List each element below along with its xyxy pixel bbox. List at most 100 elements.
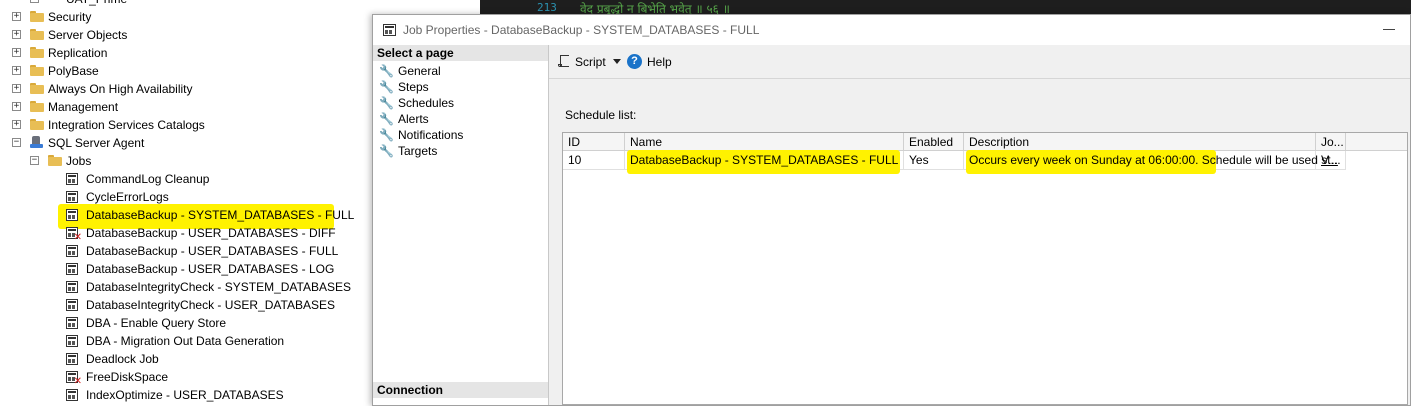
dialog-title: Job Properties - DatabaseBackup - SYSTEM… (403, 23, 760, 37)
script-label: Script (575, 55, 606, 69)
tree-node-label: Integration Services Catalogs (48, 118, 205, 132)
select-page-pane: Select a page 🔧 General 🔧 Steps 🔧 Schedu… (373, 45, 549, 405)
job-failed-icon: ✕ (66, 227, 82, 243)
cell-description-text: Occurs every week on Sunday at 06:00:00.… (969, 153, 1341, 167)
connection-header: Connection (373, 382, 548, 398)
expander-plus-icon[interactable]: + (12, 84, 21, 93)
help-label: Help (647, 55, 672, 69)
cell-enabled-text: Yes (909, 153, 929, 167)
schedule-grid[interactable]: ID Name Enabled Description Jo... 10 Dat… (562, 132, 1408, 405)
tree-node-label: Always On High Availability (48, 82, 193, 96)
column-header-description[interactable]: Description (964, 133, 1316, 151)
job-icon (66, 281, 78, 293)
tree-job-label: FreeDiskSpace (86, 370, 169, 384)
select-page-header: Select a page (373, 45, 548, 61)
schedules-page: Script ? Help Schedule list: ID Name Ena… (549, 45, 1410, 405)
cell-jobs-link[interactable]: V... (1321, 153, 1338, 167)
cell-id[interactable]: 10 (563, 151, 625, 170)
cell-name[interactable]: DatabaseBackup - SYSTEM_DATABASES - FULL (625, 150, 904, 174)
expander-minus-icon[interactable]: − (12, 138, 21, 147)
wrench-icon: 🔧 (379, 112, 394, 126)
cell-jobs[interactable]: V... (1316, 151, 1346, 170)
expander-minus-icon[interactable]: − (30, 156, 39, 165)
job-failed-icon: ✕ (66, 371, 82, 387)
expander-plus-icon[interactable]: + (12, 30, 21, 39)
job-icon (66, 389, 78, 401)
tree-job-label: Deadlock Job (86, 352, 159, 366)
column-header-name[interactable]: Name (625, 133, 904, 151)
tree-job-label: DatabaseBackup - USER_DATABASES - FULL (86, 244, 339, 258)
tree-job-label: DBA - Migration Out Data Generation (86, 334, 285, 348)
folder-icon (48, 155, 62, 166)
tree-job-label: DBA - Enable Query Store (86, 316, 227, 330)
expander-plus-icon[interactable]: + (30, 0, 39, 3)
tree-node-label: UAT_Prime (66, 0, 127, 8)
column-header-jobs[interactable]: Jo... (1316, 133, 1346, 151)
tree-node-label: Management (48, 100, 119, 114)
sql-agent-icon (30, 136, 43, 149)
expander-plus-icon[interactable]: + (12, 48, 21, 57)
tree-job-label: DatabaseIntegrityCheck - USER_DATABASES (86, 298, 335, 312)
job-icon (66, 263, 78, 275)
cell-description[interactable]: Occurs every week on Sunday at 06:00:00.… (964, 150, 1341, 174)
page-item-label: Schedules (398, 96, 455, 110)
wrench-icon: 🔧 (379, 128, 394, 142)
folder-icon (30, 119, 44, 130)
folder-icon (30, 65, 44, 76)
job-icon (66, 191, 78, 203)
editor-line-number: 213 (537, 1, 557, 14)
folder-icon (30, 83, 44, 94)
object-explorer-tree: + UAT_Prime + Security + Server Objects … (0, 0, 372, 406)
expander-plus-icon[interactable]: + (12, 102, 21, 111)
minimize-icon[interactable] (1383, 29, 1395, 30)
cell-id-text: 10 (568, 153, 582, 167)
chevron-down-icon[interactable] (613, 59, 621, 64)
job-icon (66, 209, 78, 221)
job-icon (66, 317, 78, 329)
wrench-icon: 🔧 (379, 64, 394, 78)
cell-enabled[interactable]: Yes (904, 151, 964, 170)
tree-job-label: CycleErrorLogs (86, 190, 169, 204)
job-icon (66, 299, 78, 311)
wrench-icon: 🔧 (379, 144, 394, 158)
script-icon (558, 55, 570, 68)
tree-job-label: DatabaseBackup - USER_DATABASES - LOG (86, 262, 335, 276)
column-header-filler (1346, 133, 1407, 151)
tree-job-label: DatabaseBackup - SYSTEM_DATABASES - FULL (86, 208, 355, 222)
tree-node-label: PolyBase (48, 64, 99, 78)
editor-line-text: वेद प्रबुद्धो न बिभेति भवेत् ॥ ५६ ॥ (580, 2, 730, 14)
folder-icon (30, 29, 44, 40)
job-icon (66, 335, 78, 347)
column-header-enabled[interactable]: Enabled (904, 133, 964, 151)
editor-strip: 213 वेद प्रबुद्धो न बिभेति भवेत् ॥ ५६ ॥ (480, 0, 1411, 14)
column-header-id[interactable]: ID (563, 133, 625, 151)
tree-node-label: Jobs (66, 154, 92, 168)
tree-node-label: Security (48, 10, 92, 24)
page-item-label: Notifications (398, 128, 464, 142)
schedule-list-label: Schedule list: (565, 108, 637, 122)
expander-plus-icon[interactable]: + (12, 12, 21, 21)
tree-node-label: SQL Server Agent (48, 136, 145, 150)
tree-job-label: CommandLog Cleanup (86, 172, 210, 186)
page-item-label: Targets (398, 144, 438, 158)
tree-node-label: Replication (48, 46, 108, 60)
expander-plus-icon[interactable]: + (12, 120, 21, 129)
expander-plus-icon[interactable]: + (12, 66, 21, 75)
job-icon (66, 173, 78, 185)
wrench-icon: 🔧 (379, 96, 394, 110)
tree-job-label: DatabaseIntegrityCheck - SYSTEM_DATABASE… (86, 280, 351, 294)
folder-icon (30, 11, 44, 22)
job-properties-dialog: Job Properties - DatabaseBackup - SYSTEM… (372, 14, 1411, 406)
folder-icon (30, 47, 44, 58)
tree-job-label: IndexOptimize - USER_DATABASES (86, 388, 284, 402)
page-item-label: General (398, 64, 441, 78)
dialog-titlebar[interactable]: Job Properties - DatabaseBackup - SYSTEM… (373, 15, 1410, 45)
tree-job-label: DatabaseBackup - USER_DATABASES - DIFF (86, 226, 336, 240)
job-icon (383, 24, 396, 36)
job-icon (66, 245, 78, 257)
job-icon (66, 353, 78, 365)
page-item-label: Alerts (398, 112, 429, 126)
tree-node-label: Server Objects (48, 28, 128, 42)
dialog-toolbar: Script ? Help (549, 45, 1410, 79)
cell-name-text: DatabaseBackup - SYSTEM_DATABASES - FULL (630, 153, 899, 167)
